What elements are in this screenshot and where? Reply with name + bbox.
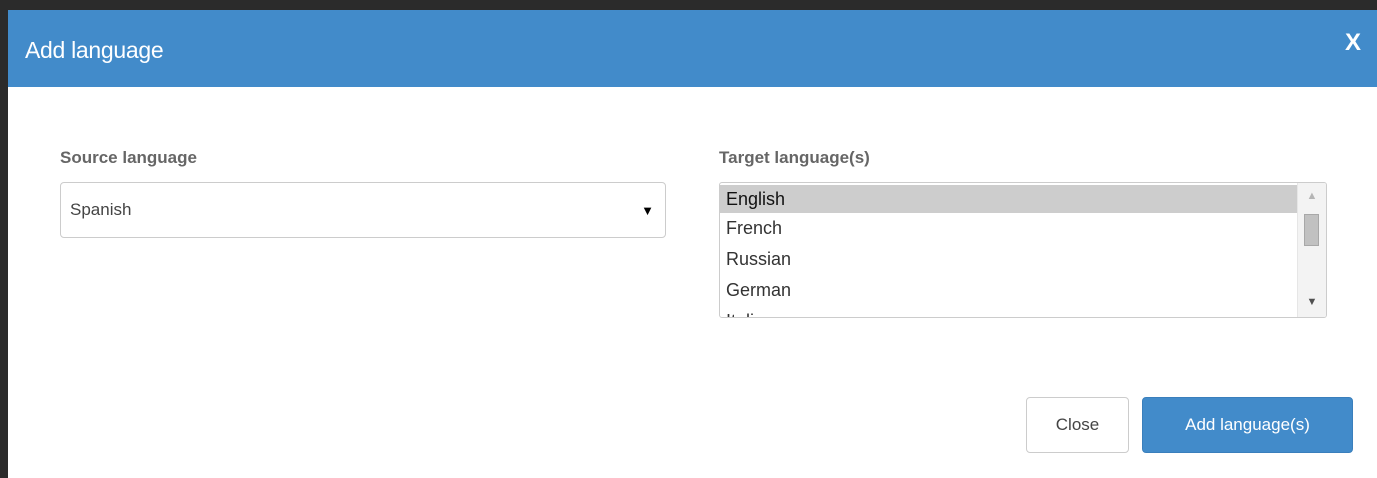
listbox-scrollbar[interactable]: ▲ ▼ xyxy=(1297,183,1326,317)
scroll-down-arrow-icon[interactable]: ▼ xyxy=(1298,293,1326,311)
dialog-header: Add language X xyxy=(8,10,1377,87)
add-languages-button[interactable]: Add language(s) xyxy=(1142,397,1353,453)
target-languages-listbox[interactable]: English French Russian German Italian ▲ … xyxy=(719,182,1327,318)
target-option-french[interactable]: French xyxy=(720,213,1297,244)
chevron-down-icon: ▼ xyxy=(641,203,654,218)
add-language-dialog: Add language X Source language Spanish ▼… xyxy=(8,10,1377,478)
dialog-title: Add language xyxy=(25,37,164,63)
target-languages-label: Target language(s) xyxy=(719,148,870,167)
scroll-up-arrow-icon[interactable]: ▲ xyxy=(1298,187,1326,205)
target-languages-options: English French Russian German Italian xyxy=(720,185,1297,317)
target-option-english[interactable]: English xyxy=(720,185,1297,213)
source-language-value: Spanish xyxy=(70,200,132,219)
target-option-italian[interactable]: Italian xyxy=(720,306,1297,317)
source-language-select[interactable]: Spanish ▼ xyxy=(60,182,666,238)
source-language-label: Source language xyxy=(60,148,197,167)
close-button[interactable]: Close xyxy=(1026,397,1129,453)
target-option-german[interactable]: German xyxy=(720,275,1297,306)
scrollbar-thumb[interactable] xyxy=(1304,214,1319,246)
close-icon[interactable]: X xyxy=(1345,28,1361,58)
target-option-russian[interactable]: Russian xyxy=(720,244,1297,275)
